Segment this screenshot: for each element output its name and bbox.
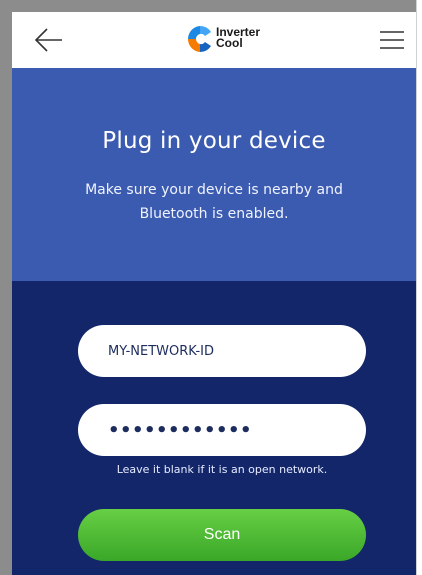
frame-edge-left bbox=[0, 0, 12, 575]
back-button[interactable] bbox=[32, 24, 66, 56]
page-title: Plug in your device bbox=[102, 128, 326, 154]
arrow-left-icon bbox=[34, 28, 62, 52]
logo-line-2: Cool bbox=[216, 36, 243, 50]
frame-edge-top bbox=[0, 0, 422, 12]
menu-button[interactable] bbox=[378, 26, 406, 54]
frame-edge-right bbox=[416, 0, 422, 575]
network-id-input[interactable]: MY-NETWORK-ID bbox=[78, 325, 366, 377]
scan-button[interactable]: Scan bbox=[78, 509, 366, 561]
app-logo: Inverter Cool bbox=[185, 22, 305, 58]
hero-banner: Plug in your device Make sure your devic… bbox=[12, 68, 416, 281]
page-subtitle: Make sure your device is nearby and Blue… bbox=[85, 182, 343, 222]
password-input[interactable]: •••••••••••• bbox=[78, 404, 366, 456]
app-screen: Inverter Cool Plug in your device Make s… bbox=[0, 0, 422, 575]
open-network-hint: Leave it blank if it is an open network. bbox=[116, 463, 328, 476]
logo-mark-icon bbox=[187, 25, 211, 53]
hamburger-menu-icon bbox=[380, 31, 404, 49]
app-header: Inverter Cool bbox=[12, 12, 416, 68]
logo-wordmark: Inverter Cool bbox=[216, 26, 260, 50]
network-form: MY-NETWORK-ID •••••••••••• Leave it blan… bbox=[12, 281, 416, 575]
